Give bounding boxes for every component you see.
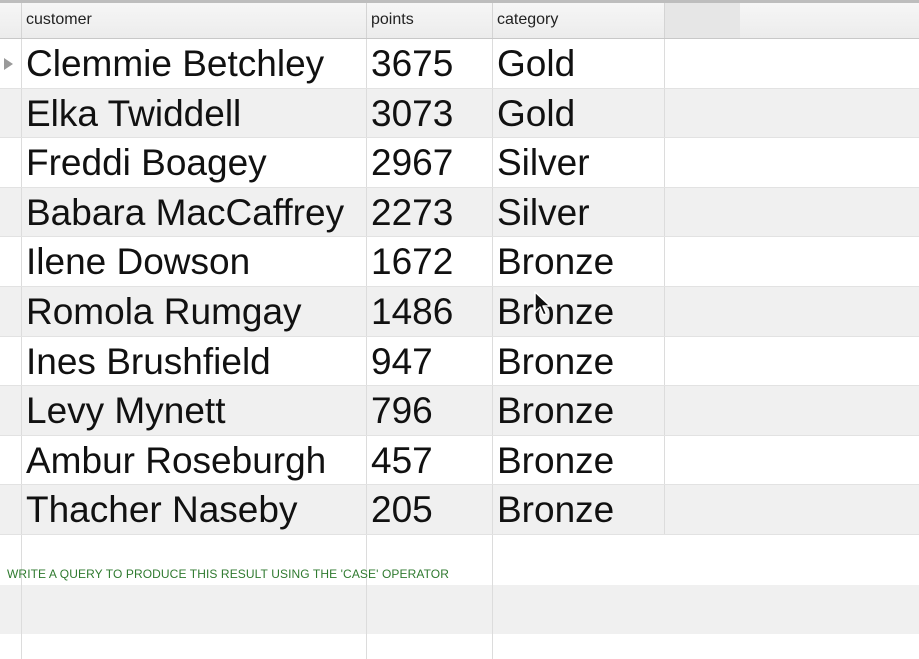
cell-points[interactable]: 3073 <box>367 88 493 138</box>
cell-customer[interactable]: Babara MacCaffrey <box>22 187 367 237</box>
row-gutter[interactable] <box>0 386 22 435</box>
table-row[interactable]: Freddi Boagey 2967 Silver <box>0 138 919 188</box>
column-divider <box>366 584 367 635</box>
cell-category[interactable]: Gold <box>493 88 665 138</box>
cell-customer[interactable]: Ines Brushfield <box>22 336 367 386</box>
table-row[interactable]: Romola Rumgay 1486 Bronze <box>0 287 919 337</box>
table-row[interactable]: Babara MacCaffrey 2273 Silver <box>0 187 919 238</box>
cell-customer[interactable]: Freddi Boagey <box>22 138 367 187</box>
mouse-pointer-icon <box>534 291 551 316</box>
row-gutter[interactable] <box>0 88 22 138</box>
cell-points[interactable]: 2967 <box>367 138 493 187</box>
row-gutter[interactable] <box>0 138 22 187</box>
table-row[interactable]: Ambur Roseburgh 457 Bronze <box>0 435 919 486</box>
column-header-customer[interactable]: customer <box>22 3 367 38</box>
cell-points[interactable]: 947 <box>367 336 493 386</box>
column-divider <box>21 634 22 659</box>
cell-category[interactable]: Bronze <box>493 237 665 286</box>
row-gutter[interactable] <box>0 187 22 237</box>
cell-points[interactable]: 796 <box>367 386 493 435</box>
table-row[interactable]: Levy Mynett 796 Bronze <box>0 386 919 436</box>
header-gutter <box>0 3 22 38</box>
header-filler <box>665 3 740 38</box>
instruction-note: WRITE A QUERY TO PRODUCE THIS RESULT USI… <box>7 567 449 581</box>
cell-customer[interactable]: Thacher Naseby <box>22 485 367 534</box>
cell-category[interactable]: Silver <box>493 187 665 237</box>
table-row[interactable]: Ilene Dowson 1672 Bronze <box>0 237 919 287</box>
cell-customer[interactable]: Ilene Dowson <box>22 237 367 286</box>
cell-customer[interactable]: Levy Mynett <box>22 386 367 435</box>
empty-row <box>0 584 919 635</box>
row-gutter[interactable] <box>0 435 22 485</box>
cell-points[interactable]: 2273 <box>367 187 493 237</box>
cell-points[interactable]: 1672 <box>367 237 493 286</box>
column-divider <box>366 634 367 659</box>
grid-header: customer points category <box>0 3 919 39</box>
table-row[interactable]: Thacher Naseby 205 Bronze <box>0 485 919 535</box>
row-gutter[interactable] <box>0 287 22 336</box>
table-row[interactable]: Elka Twiddell 3073 Gold <box>0 88 919 139</box>
empty-row <box>0 634 919 659</box>
row-gutter[interactable] <box>0 237 22 286</box>
cell-customer[interactable]: Clemmie Betchley <box>22 39 367 88</box>
row-gutter[interactable] <box>0 485 22 534</box>
cell-points[interactable]: 1486 <box>367 287 493 336</box>
cell-category[interactable]: Silver <box>493 138 665 187</box>
table-row[interactable]: Clemmie Betchley 3675 Gold <box>0 39 919 89</box>
column-divider <box>492 634 493 659</box>
column-header-points[interactable]: points <box>367 3 493 38</box>
cell-points[interactable]: 457 <box>367 435 493 485</box>
cell-category[interactable]: Bronze <box>493 435 665 485</box>
column-header-category[interactable]: category <box>493 3 665 38</box>
column-divider <box>492 584 493 635</box>
row-gutter[interactable] <box>0 39 22 88</box>
cell-points[interactable]: 205 <box>367 485 493 534</box>
cell-customer[interactable]: Elka Twiddell <box>22 88 367 138</box>
cell-category[interactable]: Bronze <box>493 485 665 534</box>
cell-customer[interactable]: Romola Rumgay <box>22 287 367 336</box>
cell-category[interactable]: Bronze <box>493 336 665 386</box>
result-grid[interactable]: customer points category Clemmie Betchle… <box>0 0 919 659</box>
cell-category[interactable]: Bronze <box>493 386 665 435</box>
row-gutter[interactable] <box>0 336 22 386</box>
cell-category[interactable]: Bronze <box>493 287 665 336</box>
column-divider <box>21 584 22 635</box>
table-row[interactable]: Ines Brushfield 947 Bronze <box>0 336 919 387</box>
cell-points[interactable]: 3675 <box>367 39 493 88</box>
cell-customer[interactable]: Ambur Roseburgh <box>22 435 367 485</box>
column-divider <box>492 535 493 585</box>
triangle-right-icon <box>4 58 13 70</box>
cell-category[interactable]: Gold <box>493 39 665 88</box>
